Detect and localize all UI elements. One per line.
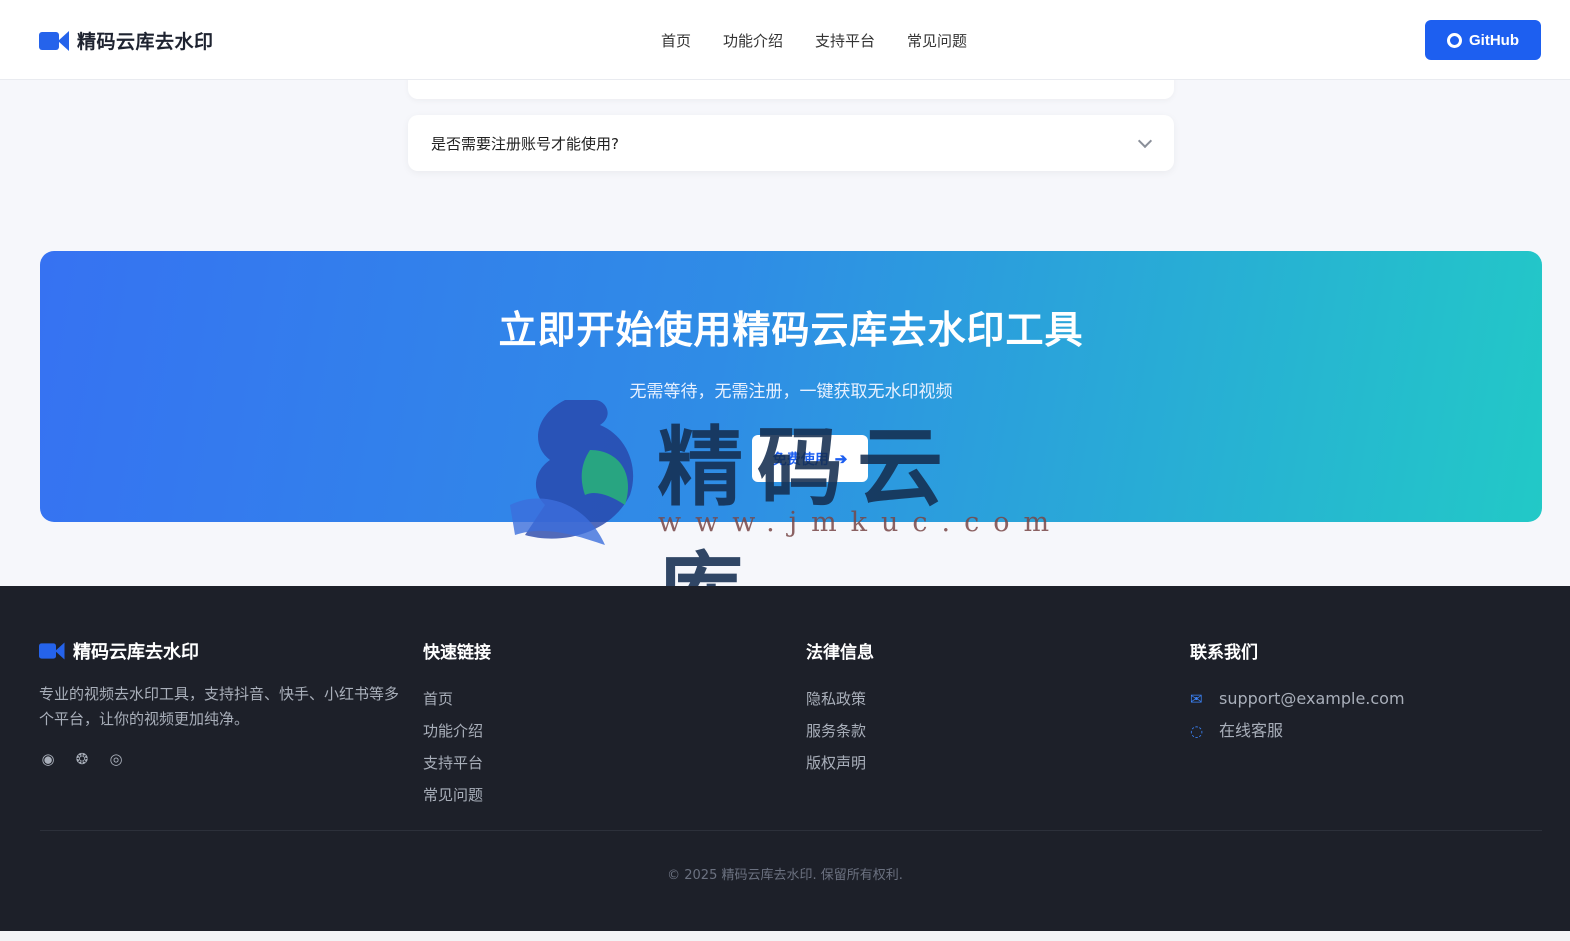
main-nav: 首页 功能介绍 支持平台 常见问题 — [661, 30, 999, 51]
faq-item[interactable]: 是否需要注册账号才能使用? — [408, 115, 1174, 171]
site-footer: 精码云库去水印 专业的视频去水印工具，支持抖音、快手、小红书等多个平台，让你的视… — [0, 586, 1570, 931]
page-bottom-strip — [0, 931, 1570, 941]
cta-subtitle: 无需等待，无需注册，一键获取无水印视频 — [629, 382, 953, 402]
faq-question: 是否需要注册账号才能使用? — [431, 134, 619, 153]
nav-faq[interactable]: 常见问题 — [907, 30, 967, 51]
chevron-down-icon — [1137, 133, 1153, 148]
weibo-icon[interactable]: ◉ — [39, 750, 57, 768]
cta-title: 立即开始使用精码云库去水印工具 — [498, 308, 1084, 352]
site-header: 精码云库去水印 首页 功能介绍 支持平台 常见问题 GitHub — [0, 0, 1570, 80]
cta-banner: 立即开始使用精码云库去水印工具 无需等待，无需注册，一键获取无水印视频 免费使用… — [40, 251, 1542, 522]
footer-divider — [40, 830, 1542, 831]
github-button[interactable]: GitHub — [1425, 20, 1541, 60]
arrow-right-icon: ➔ — [834, 450, 848, 468]
contact-chat[interactable]: ◌ 在线客服 — [1190, 715, 1405, 747]
footer-contact: 联系我们 ✉ support@example.com ◌ 在线客服 — [1190, 638, 1405, 747]
contact-email-text: support@example.com — [1219, 689, 1405, 708]
footer-quick-links: 快速链接 首页 功能介绍 支持平台 常见问题 — [423, 638, 491, 811]
copyright-text: © 2025 精码云库去水印. 保留所有权利. — [667, 868, 903, 883]
footer-brand-column: 精码云库去水印 专业的视频去水印工具，支持抖音、快手、小红书等多个平台，让你的视… — [39, 638, 399, 768]
video-camera-icon — [39, 642, 65, 661]
chat-bubble-icon: ◌ — [1190, 722, 1204, 740]
footer-link-privacy[interactable]: 隐私政策 — [806, 683, 874, 715]
contact-email[interactable]: ✉ support@example.com — [1190, 683, 1405, 715]
brand-logo[interactable]: 精码云库去水印 — [39, 27, 214, 54]
nav-platforms[interactable]: 支持平台 — [815, 30, 875, 51]
quick-links-title: 快速链接 — [423, 643, 491, 663]
footer-logo[interactable]: 精码云库去水印 — [39, 638, 399, 664]
contact-title: 联系我们 — [1190, 643, 1258, 663]
free-use-label: 免费使用 — [772, 450, 829, 467]
github-label: GitHub — [1469, 31, 1519, 49]
footer-link-copyright[interactable]: 版权声明 — [806, 747, 874, 779]
nav-home[interactable]: 首页 — [661, 30, 691, 51]
free-use-button[interactable]: 免费使用 ➔ — [752, 435, 868, 482]
contact-chat-text: 在线客服 — [1219, 721, 1284, 740]
wechat-icon[interactable]: ❂ — [73, 750, 91, 768]
footer-link-platforms[interactable]: 支持平台 — [423, 747, 491, 779]
footer-link-home[interactable]: 首页 — [423, 683, 491, 715]
github-icon[interactable]: ◎ — [107, 750, 125, 768]
video-camera-icon — [39, 30, 69, 52]
github-icon — [1447, 32, 1462, 48]
social-links: ◉ ❂ ◎ — [39, 750, 399, 768]
footer-description: 专业的视频去水印工具，支持抖音、快手、小红书等多个平台，让你的视频更加纯净。 — [39, 685, 400, 728]
footer-brand-name: 精码云库去水印 — [73, 642, 199, 663]
nav-features[interactable]: 功能介绍 — [723, 30, 783, 51]
brand-name: 精码云库去水印 — [77, 31, 214, 53]
legal-title: 法律信息 — [806, 643, 874, 663]
footer-link-features[interactable]: 功能介绍 — [423, 715, 491, 747]
footer-link-faq[interactable]: 常见问题 — [423, 779, 491, 811]
envelope-icon: ✉ — [1190, 690, 1203, 708]
footer-link-terms[interactable]: 服务条款 — [806, 715, 874, 747]
footer-legal: 法律信息 隐私政策 服务条款 版权声明 — [806, 638, 874, 779]
